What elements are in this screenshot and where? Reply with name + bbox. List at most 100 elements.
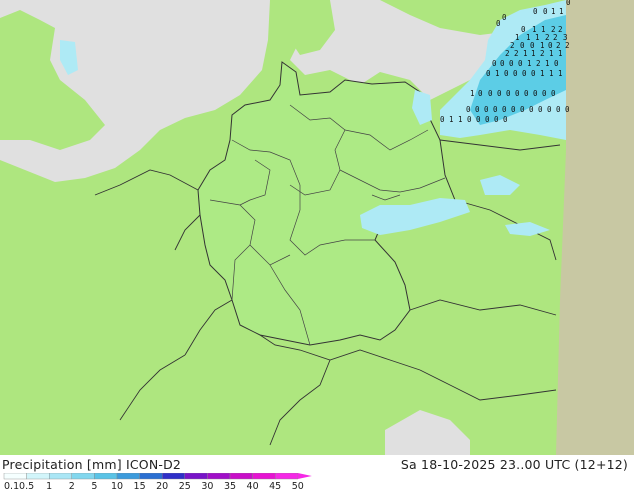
precip-value-label: 0 xyxy=(497,89,502,98)
legend-swatch xyxy=(275,473,299,480)
precip-value-label: 0 xyxy=(533,89,538,98)
precip-value-label: 1 xyxy=(527,59,532,68)
legend-ticks: 0.1 0.5 1 2 5 10 15 20 25 30 35 40 45 50 xyxy=(4,481,304,490)
legend-tick-label: 0.5 xyxy=(19,481,34,490)
legend-tick-label: 45 xyxy=(269,481,281,490)
legend-tick-label: 10 xyxy=(111,481,123,490)
legend-swatch xyxy=(116,473,140,480)
precip-value-label: 0 xyxy=(475,105,480,114)
legend-swatch xyxy=(94,473,118,480)
legend-tick-label: 35 xyxy=(224,481,236,490)
precip-value-label: 1 xyxy=(549,69,554,78)
footer-right-title: Sa 18-10-2025 23..00 UTC (12+12) xyxy=(400,457,628,472)
legend-tick-label: 25 xyxy=(179,481,191,490)
legend-tick-label: 40 xyxy=(247,481,259,490)
legend-swatch xyxy=(139,473,163,480)
precip-value-label: 1 xyxy=(545,59,550,68)
precip-value-label: 1 xyxy=(470,89,475,98)
out-of-domain-east xyxy=(556,0,634,455)
precip-value-label: 0 xyxy=(543,7,548,16)
precip-value-label: 0 xyxy=(467,115,472,124)
legend-swatch xyxy=(252,473,276,480)
precip-value-label: 1 xyxy=(523,49,528,58)
precip-value-label: 0 xyxy=(522,69,527,78)
precip-value-label: 1 xyxy=(558,69,563,78)
precipitation-legend: 0.1 0.5 1 2 5 10 15 20 25 30 35 40 45 50 xyxy=(3,473,312,490)
precip-value-label: 0 xyxy=(493,105,498,114)
precip-value-label: 0 xyxy=(533,7,538,16)
precip-value-label: 0 xyxy=(486,69,491,78)
precip-value-label: 0 xyxy=(476,115,481,124)
precip-value-label: 2 xyxy=(540,49,545,58)
legend-tick-label: 30 xyxy=(201,481,213,490)
precip-value-label: 0 xyxy=(531,69,536,78)
precip-value-label: 0 xyxy=(554,59,559,68)
precip-value-label: 0 xyxy=(538,105,543,114)
precip-value-label: 0 xyxy=(485,115,490,124)
legend-tick-label: 15 xyxy=(134,481,146,490)
precip-value-label: 0 xyxy=(488,89,493,98)
precip-value-label: 0 xyxy=(542,89,547,98)
footer-left-title: Precipitation [mm] ICON-D2 xyxy=(2,457,182,472)
precip-value-label: 0 xyxy=(502,13,507,22)
precip-value-label: 0 xyxy=(513,69,518,78)
legend-tick-label: 2 xyxy=(69,481,75,490)
precip-value-label: 1 xyxy=(558,49,563,58)
legend-tick-label: 1 xyxy=(46,481,52,490)
precip-value-label: 1 xyxy=(551,7,556,16)
precip-value-label: 2 xyxy=(514,49,519,58)
precip-value-label: 0 xyxy=(502,105,507,114)
precip-value-label: 1 xyxy=(531,49,536,58)
precip-value-label: 1 xyxy=(540,69,545,78)
legend-tick-label: 5 xyxy=(91,481,97,490)
precip-value-label: 0 xyxy=(518,59,523,68)
legend-swatch xyxy=(161,473,185,480)
map-footer: Precipitation [mm] ICON-D2 Sa 18-10-2025… xyxy=(0,455,634,490)
precip-value-label: 0 xyxy=(556,105,561,114)
precip-value-label: 0 xyxy=(520,105,525,114)
precip-value-label: 0 xyxy=(478,89,483,98)
legend-tick-label: 0.1 xyxy=(4,481,19,490)
legend-swatch xyxy=(71,473,95,480)
precip-value-label: 1 xyxy=(458,115,463,124)
precip-value-label: 0 xyxy=(515,89,520,98)
legend-swatch xyxy=(229,473,253,480)
precip-value-label: 0 xyxy=(492,59,497,68)
precip-value-label: 2 xyxy=(558,25,563,34)
precip-value-label: 2 xyxy=(505,49,510,58)
legend-swatch xyxy=(207,473,231,480)
precip-value-label: 0 xyxy=(547,105,552,114)
legend-tick-label: 20 xyxy=(156,481,168,490)
precip-value-label: 1 xyxy=(495,69,500,78)
precip-value-label: 0 xyxy=(524,89,529,98)
legend-swatch xyxy=(3,473,27,480)
precip-value-label: 0 xyxy=(494,115,499,124)
precip-value-label: 1 xyxy=(549,49,554,58)
legend-swatch xyxy=(26,473,50,480)
precip-value-label: 0 xyxy=(566,0,571,7)
precip-value-label: 0 xyxy=(506,89,511,98)
precip-value-label: 0 xyxy=(509,59,514,68)
precip-value-label: 2 xyxy=(536,59,541,68)
precipitation-map: 0 0 1 10000 1 1 2 21 1 1 2 2 32 0 0 1 0 2 22 2 1 1 2 1 10 0 0 0 1 2 1 0… xyxy=(0,0,634,455)
precip-value-label: 0 xyxy=(551,89,556,98)
legend-swatches xyxy=(3,473,312,480)
precip-value-label: 0 xyxy=(496,19,501,28)
legend-swatch xyxy=(49,473,73,480)
legend-arrow-icon xyxy=(297,473,312,479)
precip-value-label: 0 xyxy=(565,105,570,114)
precip-value-label: 0 xyxy=(466,105,471,114)
precip-value-label: 0 xyxy=(484,105,489,114)
precip-value-label: 0 xyxy=(500,59,505,68)
precip-value-label: 0 xyxy=(511,105,516,114)
precip-value-label: 1 xyxy=(535,33,540,42)
precip-value-label: 1 xyxy=(515,33,520,42)
precip-value-label: 1 xyxy=(449,115,454,124)
precip-value-label: 0 xyxy=(440,115,445,124)
precip-value-label: 2 xyxy=(565,41,570,50)
precip-value-label: 0 xyxy=(504,69,509,78)
legend-swatch xyxy=(184,473,208,480)
precip-value-label: 1 xyxy=(559,7,564,16)
precip-value-label: 0 xyxy=(529,105,534,114)
legend-tick-label: 50 xyxy=(292,481,304,490)
